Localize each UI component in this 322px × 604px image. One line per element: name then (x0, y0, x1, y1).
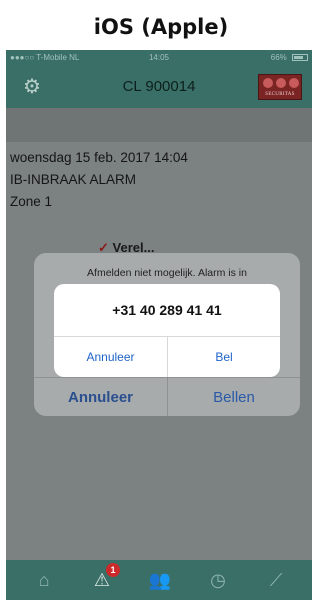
alarm-type: IB-INBRAAK ALARM (10, 172, 137, 187)
call-sheet-buttons: Annuleer Bel (54, 336, 280, 377)
users-icon: 👥 (148, 570, 172, 590)
status-time: 14:05 (148, 53, 170, 62)
tab-bar: ⌂ ⚠ 1 👥 ◷ ⟋ (6, 560, 312, 600)
securitas-logo: SECURITAS (258, 74, 302, 100)
tools-icon: ⟋ (269, 570, 283, 590)
call-sheet: +31 40 289 41 41 Annuleer Bel (54, 284, 280, 377)
alarm-badge: 1 (106, 563, 120, 577)
call-cancel-button[interactable]: Annuleer (54, 337, 167, 377)
tab-tools[interactable]: ⟋ (256, 566, 296, 594)
phone-screen: ●●●○○ T-Mobile NL 14:05 66% ⚙ CL 900014 … (6, 50, 312, 600)
call-confirm-button[interactable]: Bel (167, 337, 280, 377)
phone-number: +31 40 289 41 41 (112, 302, 222, 318)
logo-dot (289, 78, 299, 88)
alarm-zone: Zone 1 (10, 194, 53, 209)
nav-bar: ⚙ CL 900014 SECURITAS (6, 66, 312, 108)
alert-message: Afmelden niet mogelijk. Alarm is in (87, 267, 247, 279)
page-caption: iOS (Apple) (93, 15, 229, 39)
home-icon: ⌂ (38, 570, 50, 590)
header-band (6, 108, 312, 142)
logo-text: SECURITAS (265, 92, 295, 97)
alarm-datetime: woensdag 15 feb. 2017 14:04 (10, 150, 188, 165)
battery-percent: 66% (270, 53, 287, 62)
tab-home[interactable]: ⌂ (24, 566, 64, 594)
status-bar: ●●●○○ T-Mobile NL 14:05 66% (6, 50, 312, 66)
logo-dots (263, 78, 299, 88)
logo-dot (263, 78, 273, 88)
history-icon: ◷ (210, 570, 226, 590)
logo-dot (276, 78, 286, 88)
tab-alarm[interactable]: ⚠ 1 (82, 563, 122, 594)
alert-buttons: Annuleer Bellen (34, 377, 300, 416)
alert-cancel-button[interactable]: Annuleer (34, 378, 167, 416)
battery-indicator: 66% (271, 50, 308, 66)
tab-history[interactable]: ◷ (198, 566, 238, 594)
tab-users[interactable]: 👥 (140, 566, 180, 594)
battery-icon (292, 54, 308, 62)
alert-call-button[interactable]: Bellen (167, 378, 300, 416)
